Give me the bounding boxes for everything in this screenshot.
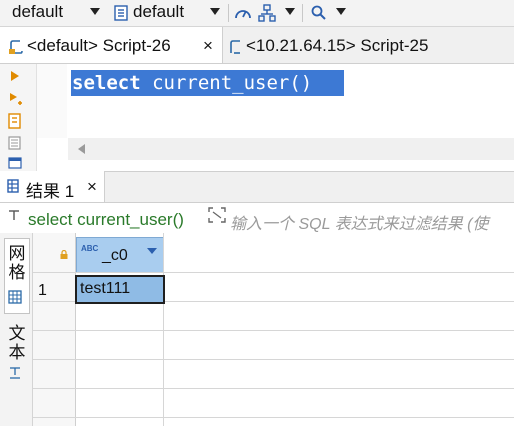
main-toolbar	[0, 0, 514, 27]
filter-input[interactable]: 输入一个 SQL 表达式来过滤结果 (使	[230, 210, 514, 234]
sql-keyword: select	[72, 72, 141, 94]
sql-editor-text[interactable]: select current_user()	[72, 70, 312, 96]
datasource-selector[interactable]: default	[12, 2, 63, 22]
execute-statement-icon[interactable]	[10, 70, 20, 82]
sql-script-icon	[9, 40, 23, 54]
schema-selector[interactable]: default	[133, 2, 184, 22]
grid-line	[33, 272, 514, 273]
lock-icon	[60, 250, 68, 259]
grid-line	[163, 233, 164, 426]
search-dropdown-arrow-icon[interactable]	[336, 8, 346, 15]
filter-expand-icon[interactable]	[208, 207, 226, 223]
schema-icon	[114, 5, 128, 21]
sql-script-icon	[230, 40, 240, 54]
grid-line	[33, 388, 514, 389]
grid-view-label: 网格	[8, 244, 26, 282]
grid-view-icon	[8, 290, 22, 304]
execute-script-icon[interactable]	[9, 92, 23, 106]
dashboard-icon[interactable]	[234, 5, 252, 21]
sort-dropdown-icon[interactable]	[146, 247, 158, 255]
text-view-label[interactable]: 文本	[8, 324, 26, 362]
tab-script-26-label: <default> Script-26	[27, 36, 171, 55]
line-number-column	[37, 64, 67, 138]
sql-expression: current_user()	[140, 72, 313, 94]
explain-plan-icon[interactable]	[8, 113, 22, 129]
text-view-icon[interactable]	[9, 366, 21, 380]
column-type-badge: ABC	[81, 244, 99, 253]
schema-dropdown-arrow-icon[interactable]	[210, 8, 220, 15]
results-grid-icon	[7, 179, 19, 193]
grid-line	[33, 417, 514, 418]
editor-horizontal-scrollbar[interactable]	[68, 138, 514, 160]
column-header-label: _c0	[102, 247, 128, 264]
tab-script-25-label[interactable]: <10.21.64.15> Script-25	[246, 36, 428, 56]
network-dropdown-arrow-icon[interactable]	[285, 8, 295, 15]
format-icon[interactable]	[8, 136, 22, 150]
tab-close-icon[interactable]: ×	[203, 36, 213, 56]
network-icon[interactable]	[258, 4, 276, 22]
results-tab-label: 结果 1	[26, 182, 75, 201]
search-icon[interactable]	[311, 5, 327, 21]
scroll-left-arrow-icon[interactable]	[78, 144, 85, 154]
sql-text-icon	[9, 210, 19, 220]
toolbar-separator	[302, 4, 303, 22]
datasource-dropdown-arrow-icon[interactable]	[90, 8, 100, 15]
panel-icon[interactable]	[8, 157, 22, 169]
toolbar-separator	[228, 4, 229, 22]
query-text: select current_user()	[28, 210, 184, 229]
row-number: 1	[38, 282, 47, 299]
table-cell-value: test111	[80, 280, 131, 297]
grid-line	[33, 330, 514, 331]
grid-line	[33, 359, 514, 360]
results-tab-close-icon[interactable]: ×	[87, 177, 97, 197]
